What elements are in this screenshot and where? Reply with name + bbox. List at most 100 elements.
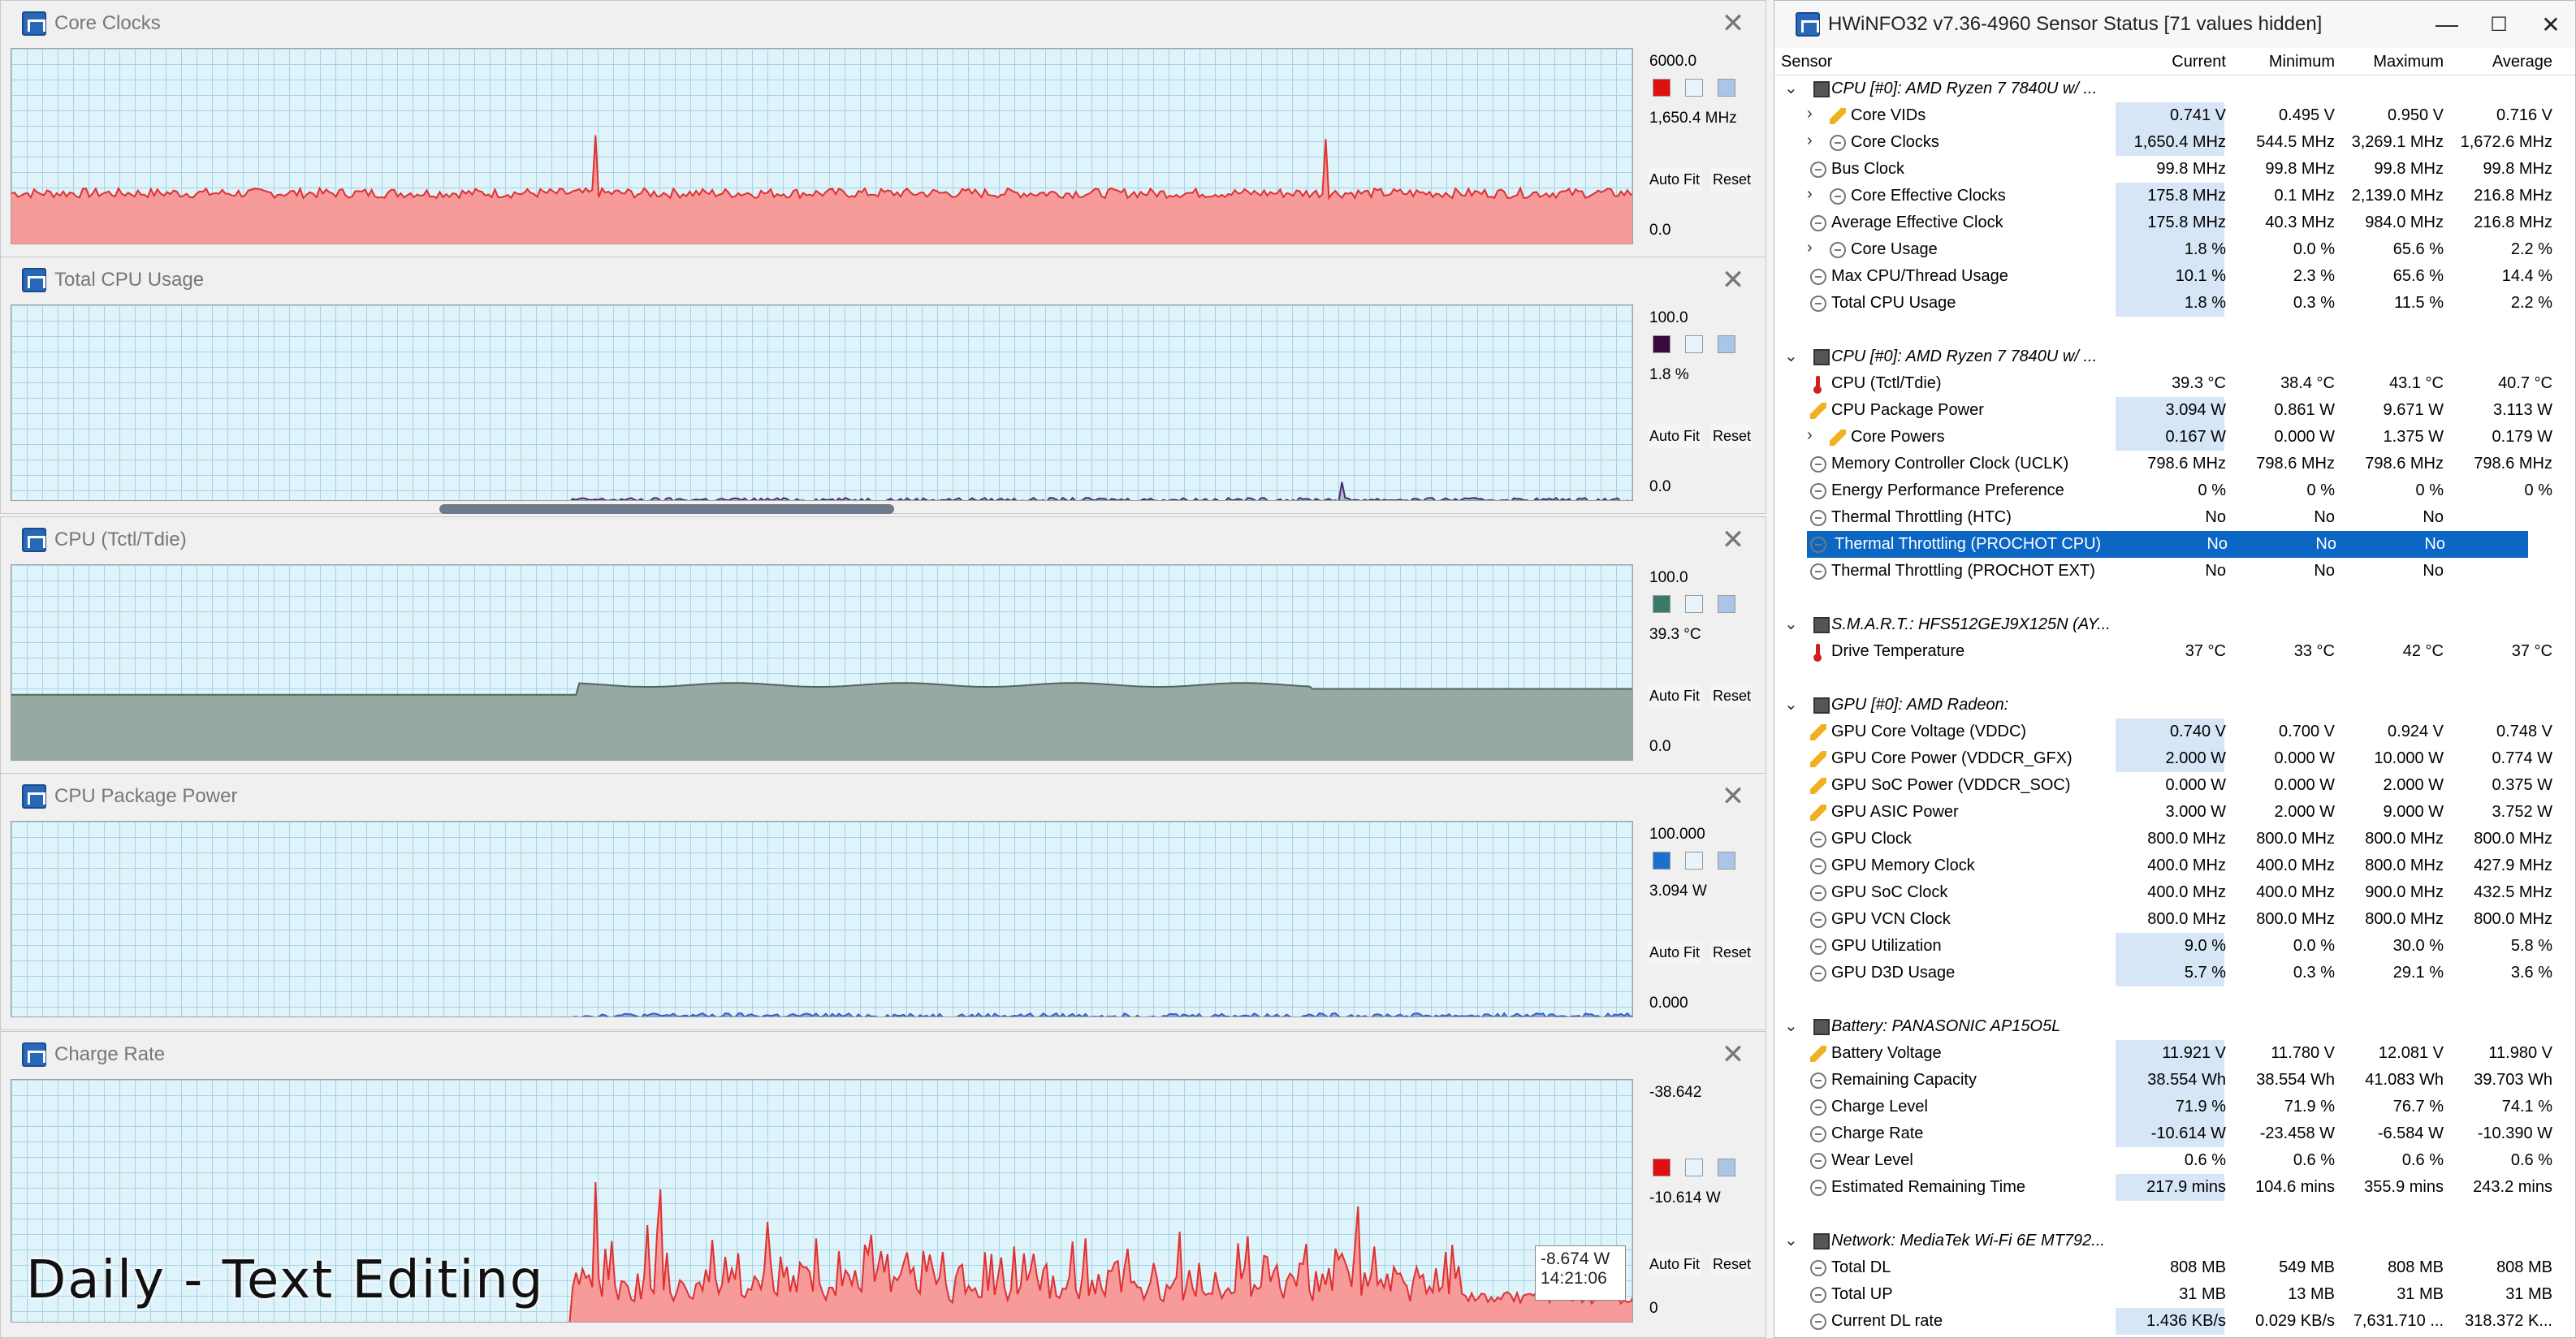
sensor-row[interactable]: › Core VIDs 0.741 V 0.495 V 0.950 V 0.716 V	[1774, 102, 2575, 129]
collapse-chevron-icon[interactable]: ⌄	[1784, 78, 1798, 98]
expand-chevron-icon[interactable]: ›	[1807, 426, 1813, 445]
auto-fit-button[interactable]: Auto Fit	[1648, 941, 1702, 965]
reset-button[interactable]: Reset	[1711, 941, 1753, 965]
graph-color-swatch[interactable]	[1653, 1159, 1671, 1176]
sensor-row[interactable]: Energy Performance Preference 0 % 0 % 0 % 0 …	[1774, 477, 2575, 504]
sensor-row[interactable]: CPU Package Power 3.094 W 0.861 W 9.671 W 3.…	[1774, 397, 2575, 424]
sensor-row[interactable]: GPU Clock 800.0 MHz 800.0 MHz 800.0 MHz 800.…	[1774, 826, 2575, 852]
graph-window[interactable]: CPU Package Power ✕ 100.000 3.094 W Auto Fit…	[0, 773, 1766, 1030]
sensor-row[interactable]: Bus Clock 99.8 MHz 99.8 MHz 99.8 MHz 99.8 MH…	[1774, 156, 2575, 183]
graph-bg-swatch[interactable]	[1685, 852, 1703, 870]
graph-window[interactable]: Total CPU Usage ✕ 100.0 1.8 % Auto Fit Reset 0…	[0, 257, 1766, 514]
sensor-group-row[interactable]: ⌄ CPU [#0]: AMD Ryzen 7 7840U w/ ...	[1774, 343, 2575, 370]
graph-titlebar[interactable]: CPU Package Power	[1, 774, 1766, 819]
graph-color-swatch[interactable]	[1653, 79, 1671, 97]
sensor-row[interactable]: Total UP 31 MB 13 MB 31 MB 31 MB	[1774, 1281, 2575, 1308]
expand-chevron-icon[interactable]: ›	[1807, 185, 1813, 204]
collapse-chevron-icon[interactable]: ⌄	[1784, 694, 1798, 714]
sensor-row[interactable]: Battery Voltage 11.921 V 11.780 V 12.081 V 1…	[1774, 1040, 2575, 1067]
sensor-row[interactable]: › Core Powers 0.167 W 0.000 W 1.375 W 0.179 W	[1774, 424, 2575, 451]
sensor-row[interactable]: › Core Effective Clocks 175.8 MHz 0.1 MHz 2,…	[1774, 183, 2575, 209]
auto-fit-button[interactable]: Auto Fit	[1648, 684, 1702, 708]
graph-titlebar[interactable]: Total CPU Usage	[1, 257, 1766, 303]
graph-close-button[interactable]: ✕	[1717, 264, 1749, 296]
sensor-row[interactable]: Thermal Throttling (PROCHOT CPU) No No No	[1807, 531, 2528, 558]
collapse-chevron-icon[interactable]: ⌄	[1784, 614, 1798, 634]
graph-color-swatch[interactable]	[1653, 335, 1671, 353]
collapse-chevron-icon[interactable]: ⌄	[1784, 1016, 1798, 1036]
graph-titlebar[interactable]: Charge Rate	[1, 1032, 1766, 1077]
graph-bg-swatch[interactable]	[1685, 79, 1703, 97]
auto-fit-button[interactable]: Auto Fit	[1648, 1253, 1702, 1276]
minimize-button[interactable]: —	[2423, 6, 2471, 43]
sensor-row[interactable]: Wear Level 0.6 % 0.6 % 0.6 % 0.6 %	[1774, 1147, 2575, 1174]
sensor-row[interactable]: GPU VCN Clock 800.0 MHz 800.0 MHz 800.0 MHz…	[1774, 906, 2575, 933]
sensor-row[interactable]: GPU D3D Usage 5.7 % 0.3 % 29.1 % 3.6 %	[1774, 960, 2575, 986]
graph-grid-swatch[interactable]	[1718, 1159, 1735, 1176]
col-sensor[interactable]: Sensor	[1781, 53, 1832, 71]
graph-close-button[interactable]: ✕	[1717, 7, 1749, 40]
sensor-row[interactable]: GPU Utilization 9.0 % 0.0 % 30.0 % 5.8 %	[1774, 933, 2575, 960]
sensor-row[interactable]: Total DL 808 MB 549 MB 808 MB 808 MB	[1774, 1254, 2575, 1281]
reset-button[interactable]: Reset	[1711, 168, 1753, 192]
graph-titlebar[interactable]: CPU (Tctl/Tdie)	[1, 517, 1766, 563]
sensor-group-row[interactable]: ⌄ S.M.A.R.T.: HFS512GEJ9X125N (AY...	[1774, 611, 2575, 638]
collapse-chevron-icon[interactable]: ⌄	[1784, 1230, 1798, 1250]
window-titlebar[interactable]: HWiNFO32 v7.36-4960 Sensor Status [71 va…	[1774, 1, 2575, 48]
graph-plot-area[interactable]	[11, 304, 1633, 501]
sensor-row[interactable]: GPU SoC Clock 400.0 MHz 400.0 MHz 900.0 MHz…	[1774, 879, 2575, 906]
sensor-group-row[interactable]: ⌄ Battery: PANASONIC AP15O5L	[1774, 1013, 2575, 1040]
graph-grid-swatch[interactable]	[1718, 335, 1735, 353]
graph-window[interactable]: Core Clocks ✕ 6000.0 1,650.4 MHz Auto Fit Res…	[0, 0, 1766, 257]
auto-fit-button[interactable]: Auto Fit	[1648, 425, 1702, 448]
col-average[interactable]: Average	[2492, 53, 2552, 71]
sensor-group-row[interactable]: ⌄ CPU [#0]: AMD Ryzen 7 7840U w/ ...	[1774, 76, 2575, 102]
sensor-row[interactable]: GPU Core Voltage (VDDC) 0.740 V 0.700 V 0.9…	[1774, 719, 2575, 745]
graph-scrollbar[interactable]	[439, 504, 894, 514]
graph-titlebar[interactable]: Core Clocks	[1, 1, 1766, 46]
graph-close-button[interactable]: ✕	[1717, 524, 1749, 556]
sensor-row[interactable]: Total CPU Usage 1.8 % 0.3 % 11.5 % 2.2 %	[1774, 290, 2575, 317]
sensor-row[interactable]: Average Effective Clock 175.8 MHz 40.3 MHz…	[1774, 209, 2575, 236]
expand-chevron-icon[interactable]: ›	[1807, 239, 1813, 257]
graph-grid-swatch[interactable]	[1718, 852, 1735, 870]
graph-grid-swatch[interactable]	[1718, 79, 1735, 97]
graph-plot-area[interactable]	[11, 564, 1633, 761]
sensor-row[interactable]: Max CPU/Thread Usage 10.1 % 2.3 % 65.6 % 14.…	[1774, 263, 2575, 290]
sensor-row[interactable]: GPU ASIC Power 3.000 W 2.000 W 9.000 W 3.752…	[1774, 799, 2575, 826]
col-current[interactable]: Current	[2172, 53, 2226, 71]
graph-close-button[interactable]: ✕	[1717, 780, 1749, 813]
collapse-chevron-icon[interactable]: ⌄	[1784, 346, 1798, 366]
sensor-row[interactable]: CPU (Tctl/Tdie) 39.3 °C 38.4 °C 43.1 °C 40.7…	[1774, 370, 2575, 397]
sensor-row[interactable]: GPU Core Power (VDDCR_GFX) 2.000 W 0.000 W…	[1774, 745, 2575, 772]
sensor-row[interactable]: Current DL rate 1.436 KB/s 0.029 KB/s 7,631…	[1774, 1308, 2575, 1335]
sensor-row[interactable]: Charge Rate -10.614 W -23.458 W -6.584 W -10…	[1774, 1120, 2575, 1147]
sensor-row[interactable]: › Core Usage 1.8 % 0.0 % 65.6 % 2.2 %	[1774, 236, 2575, 263]
graph-plot-area[interactable]	[11, 48, 1633, 244]
reset-button[interactable]: Reset	[1711, 1253, 1753, 1276]
close-button[interactable]: ✕	[2526, 6, 2575, 43]
graph-color-swatch[interactable]	[1653, 595, 1671, 613]
sensor-row[interactable]: › Core Clocks 1,650.4 MHz 544.5 MHz 3,269.1 …	[1774, 129, 2575, 156]
graph-window[interactable]: CPU (Tctl/Tdie) ✕ 100.0 39.3 °C Auto Fit Rese…	[0, 516, 1766, 774]
graph-color-swatch[interactable]	[1653, 852, 1671, 870]
graph-bg-swatch[interactable]	[1685, 1159, 1703, 1176]
maximize-button[interactable]: ☐	[2474, 6, 2523, 43]
graph-bg-swatch[interactable]	[1685, 335, 1703, 353]
auto-fit-button[interactable]: Auto Fit	[1648, 168, 1702, 192]
sensor-row[interactable]: Memory Controller Clock (UCLK) 798.6 MHz 7…	[1774, 451, 2575, 477]
graph-close-button[interactable]: ✕	[1717, 1038, 1749, 1071]
reset-button[interactable]: Reset	[1711, 684, 1753, 708]
reset-button[interactable]: Reset	[1711, 425, 1753, 448]
sensor-row[interactable]: Remaining Capacity 38.554 Wh 38.554 Wh 41.0…	[1774, 1067, 2575, 1094]
sensor-row[interactable]: Thermal Throttling (HTC) No No No	[1774, 504, 2575, 531]
sensor-row[interactable]: Drive Temperature 37 °C 33 °C 42 °C 37 °C	[1774, 638, 2575, 665]
sensor-row[interactable]: GPU SoC Power (VDDCR_SOC) 0.000 W 0.000 W 2…	[1774, 772, 2575, 799]
sensor-row[interactable]: Thermal Throttling (PROCHOT EXT) No No No	[1774, 558, 2575, 585]
expand-chevron-icon[interactable]: ›	[1807, 105, 1813, 123]
graph-plot-area[interactable]	[11, 821, 1633, 1017]
graph-grid-swatch[interactable]	[1718, 595, 1735, 613]
sensor-group-row[interactable]: ⌄ GPU [#0]: AMD Radeon:	[1774, 692, 2575, 719]
col-minimum[interactable]: Minimum	[2269, 53, 2335, 71]
sensor-row[interactable]: GPU Memory Clock 400.0 MHz 400.0 MHz 800.0 …	[1774, 852, 2575, 879]
